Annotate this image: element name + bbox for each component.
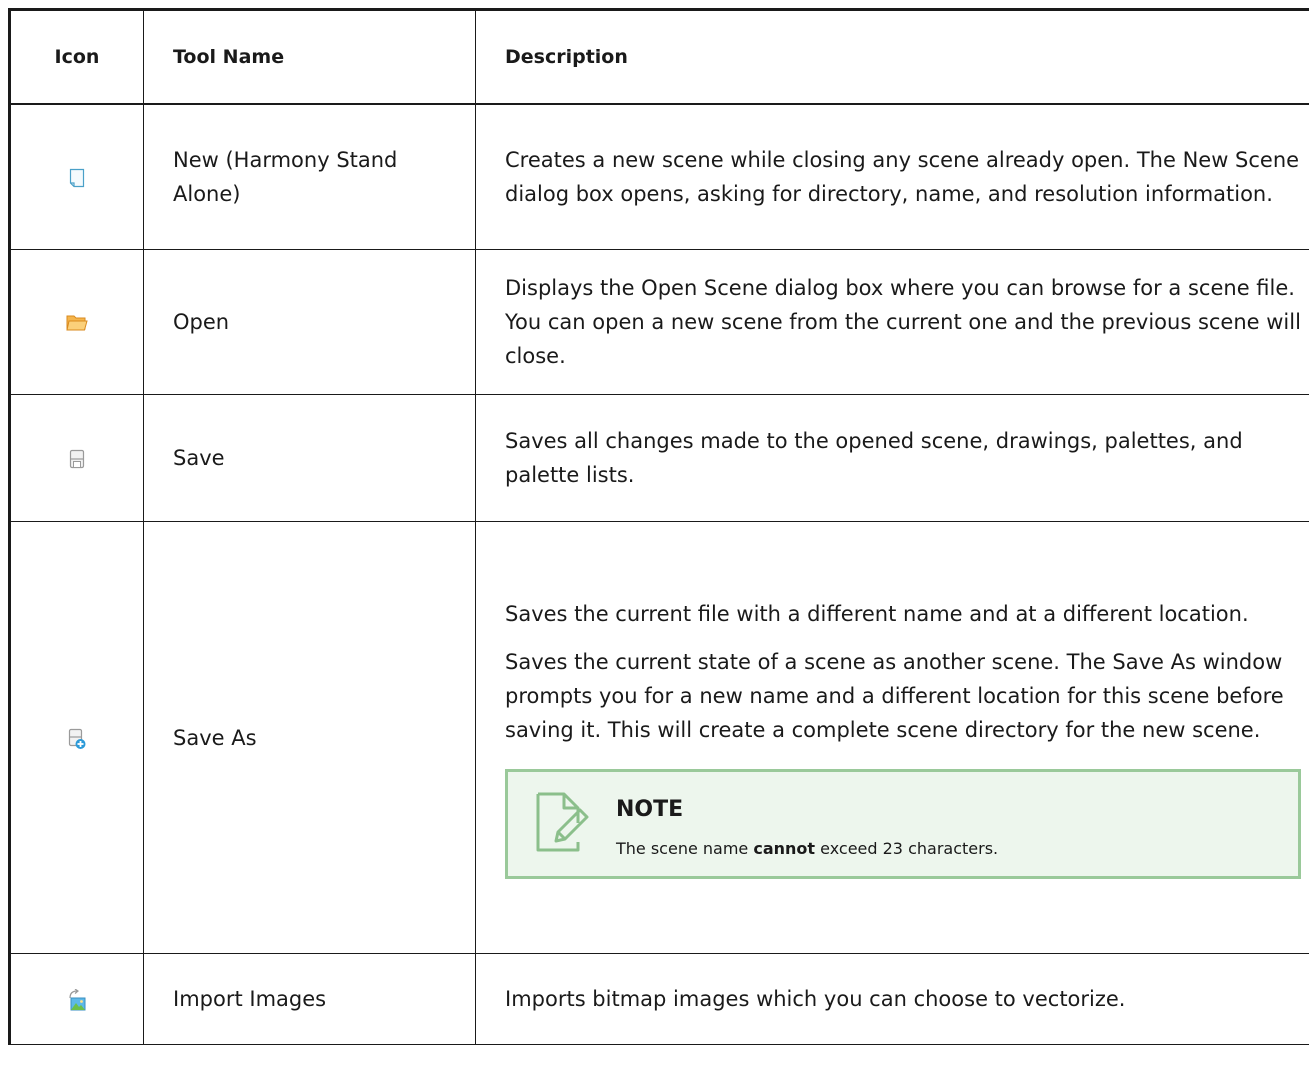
header-tool-name: Tool Name [143, 8, 476, 105]
description-text: Creates a new scene while closing any sc… [505, 148, 1300, 206]
note-box: NOTE The scene name cannot exceed 23 cha… [505, 768, 1301, 879]
tool-name: New (Harmony Stand Alone) [143, 103, 476, 250]
import-images-icon [67, 988, 87, 1011]
icon-cell [8, 103, 144, 250]
save-icon [69, 449, 85, 469]
tool-name: Save As [143, 521, 476, 954]
note-text-bold: cannot [753, 838, 816, 858]
tool-description: Creates a new scene while closing any sc… [475, 103, 1309, 250]
note-title: NOTE [616, 796, 684, 822]
tool-name: Save [143, 394, 476, 522]
note-text: The scene name cannot exceed 23 characte… [616, 838, 998, 860]
description-text: Saves all changes made to the opened sce… [505, 429, 1243, 487]
tool-name: Open [143, 249, 476, 395]
table-row: Save Saves all changes made to the opene… [8, 394, 1309, 522]
icon-cell [8, 521, 144, 954]
tool-name: Import Images [143, 953, 476, 1045]
description-text: Imports bitmap images which you can choo… [505, 987, 1126, 1011]
icon-cell [8, 953, 144, 1045]
tool-description: Displays the Open Scene dialog box where… [475, 249, 1309, 395]
table-row: Open Displays the Open Scene dialog box … [8, 249, 1309, 395]
new-scene-icon [69, 168, 85, 188]
note-text-end: exceed 23 characters. [815, 838, 999, 858]
description-text: Saves the current file with a different … [505, 601, 1249, 626]
tool-description: Imports bitmap images which you can choo… [475, 953, 1309, 1045]
table-row: New (Harmony Stand Alone) Creates a new … [8, 103, 1309, 250]
tools-table: Icon Tool Name Description New (Harmony … [8, 8, 1309, 1045]
save-as-icon [68, 728, 86, 750]
pencil-note-icon [534, 790, 590, 854]
description-text: Displays the Open Scene dialog box where… [505, 276, 1301, 368]
note-text-start: The scene name [616, 838, 754, 858]
header-description: Description [475, 8, 1309, 105]
description-text: Saves the current state of a scene as an… [505, 649, 1284, 742]
table-header-row: Icon Tool Name Description [8, 8, 1309, 105]
open-folder-icon [66, 314, 88, 332]
icon-cell [8, 394, 144, 522]
tool-description: Saves all changes made to the opened sce… [475, 394, 1309, 522]
tool-description: Saves the current file with a different … [475, 521, 1309, 954]
table-row: Import Images Imports bitmap images whic… [8, 953, 1309, 1045]
header-icon: Icon [8, 8, 144, 105]
icon-cell [8, 249, 144, 395]
table-row: Save As Saves the current file with a di… [8, 521, 1309, 954]
